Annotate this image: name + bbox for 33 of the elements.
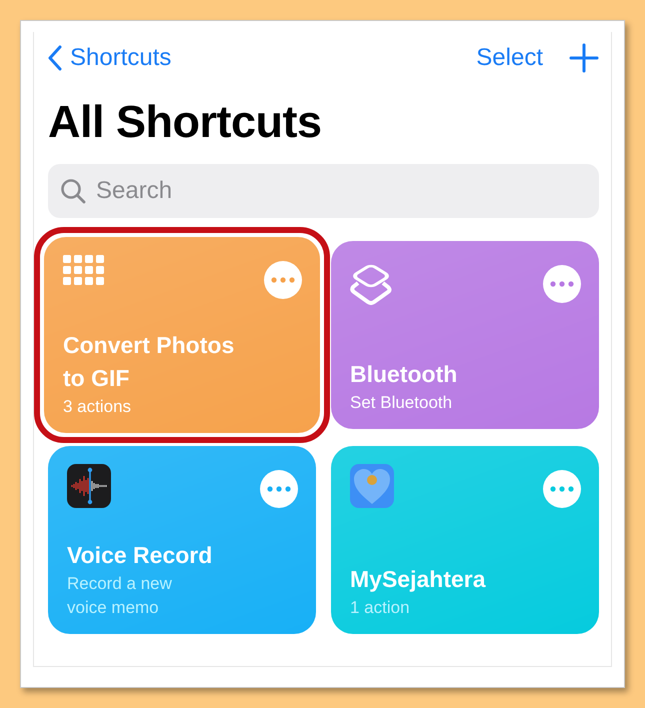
shortcut-subtitle: Set Bluetooth xyxy=(350,392,454,414)
more-icon xyxy=(550,486,574,492)
more-button[interactable] xyxy=(543,265,581,303)
plus-icon xyxy=(569,43,599,73)
shortcut-title: Bluetooth xyxy=(350,360,458,389)
search-icon xyxy=(60,178,86,204)
search-field[interactable]: Search xyxy=(94,176,587,206)
more-icon xyxy=(267,486,291,492)
shortcut-subtitle: 1 action xyxy=(350,597,411,619)
grid-icon xyxy=(63,255,105,286)
search-bar[interactable]: Search xyxy=(48,164,599,218)
shortcut-card[interactable]: MySejahtera 1 action xyxy=(331,446,599,634)
shortcut-card[interactable]: Convert Photos to GIF 3 actions xyxy=(44,237,320,433)
shortcut-subtitle: 3 actions xyxy=(63,396,132,418)
more-button[interactable] xyxy=(543,470,581,508)
shortcut-title: Voice Record xyxy=(67,541,214,570)
shortcut-card[interactable]: Bluetooth Set Bluetooth xyxy=(331,241,599,429)
shortcut-subtitle: Record a new voice memo xyxy=(67,573,173,619)
more-icon xyxy=(271,277,295,283)
back-button[interactable]: Shortcuts xyxy=(48,44,172,72)
more-button[interactable] xyxy=(264,261,302,299)
heart-app-icon xyxy=(350,464,394,508)
back-label: Shortcuts xyxy=(70,44,172,72)
select-button[interactable]: Select xyxy=(476,44,543,72)
shortcut-title: Convert Photos to GIF xyxy=(63,331,236,393)
more-icon xyxy=(550,281,574,287)
more-button[interactable] xyxy=(260,470,298,508)
shortcut-title: MySejahtera xyxy=(350,565,487,594)
shortcut-card[interactable]: Voice Record Record a new voice memo xyxy=(48,446,316,634)
add-button[interactable] xyxy=(569,43,599,73)
waveform-app-icon xyxy=(67,464,111,508)
page-title: All Shortcuts xyxy=(48,96,323,148)
chevron-left-icon xyxy=(48,45,62,71)
